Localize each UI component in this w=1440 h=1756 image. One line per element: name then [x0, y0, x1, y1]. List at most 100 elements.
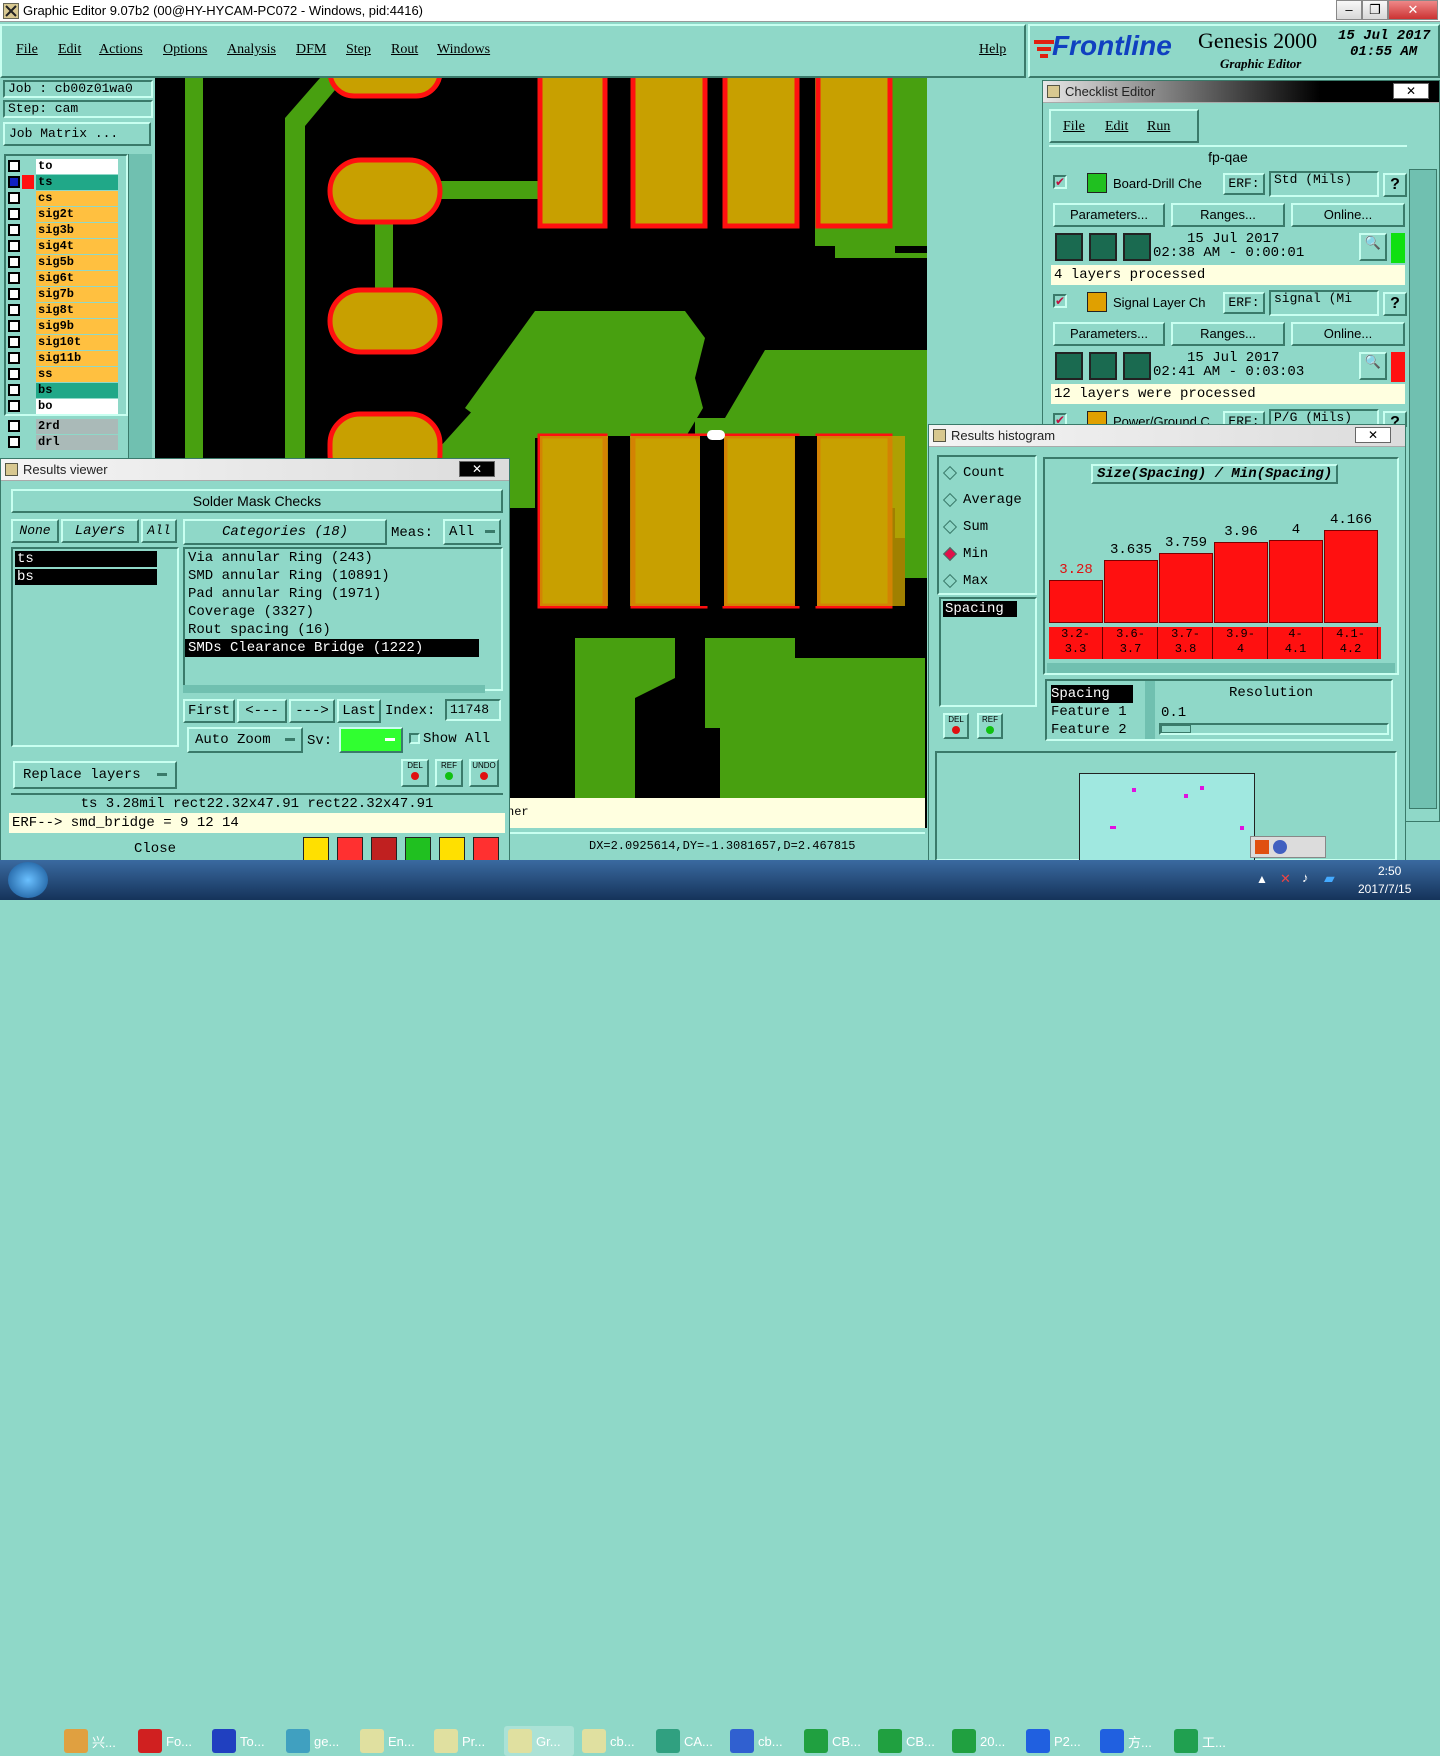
categories-button[interactable]: Categories (18) [183, 519, 387, 545]
run-icon[interactable] [1089, 233, 1117, 261]
zoom-icon[interactable]: 🔍 [1359, 233, 1387, 261]
category-list[interactable]: Via annular Ring (243) SMD annular Ring (… [183, 547, 503, 691]
layer-checkbox[interactable] [8, 208, 20, 220]
start-button[interactable] [8, 862, 48, 898]
taskbar-item[interactable]: Pr... [430, 1726, 500, 1756]
histogram-bar[interactable] [1269, 539, 1323, 623]
ime-help-icon[interactable] [1273, 840, 1287, 854]
last-button[interactable]: Last [337, 699, 381, 723]
histogram-bar[interactable] [1104, 559, 1158, 623]
list-item[interactable]: ts [15, 551, 157, 567]
category-item[interactable]: Pad annular Ring (1971) [185, 585, 479, 603]
layer-checkbox[interactable] [8, 176, 20, 188]
layer-row-to[interactable]: to [6, 158, 124, 174]
item-checkbox[interactable]: ✔ [1053, 294, 1067, 308]
report-icon[interactable] [439, 837, 465, 861]
taskbar-item[interactable]: To... [208, 1726, 278, 1756]
job-matrix-button[interactable]: Job Matrix ... [3, 122, 151, 146]
auto-zoom-select[interactable]: Auto Zoom [187, 727, 303, 753]
minimize-button[interactable]: – [1336, 0, 1362, 20]
erf-button[interactable]: ERF: [1223, 173, 1265, 195]
none-button[interactable]: None [11, 519, 59, 543]
taskbar-item[interactable]: 20... [948, 1726, 1018, 1756]
layer-checkbox[interactable] [8, 192, 20, 204]
layer-row-cs[interactable]: cs [6, 190, 124, 206]
layer-row-ss[interactable]: ss [6, 366, 124, 382]
run-icon[interactable] [1123, 233, 1151, 261]
category-item[interactable]: Rout spacing (16) [185, 621, 479, 639]
feature-item[interactable]: Feature 2 [1051, 721, 1133, 739]
zoom-icon[interactable]: 🔍 [1359, 352, 1387, 380]
checklist-close-icon[interactable]: ✕ [1393, 83, 1429, 99]
replace-layers-select[interactable]: Replace layers [13, 761, 177, 789]
histogram-attribute-list[interactable]: Spacing [939, 597, 1037, 707]
erf-button[interactable]: ERF: [1223, 292, 1265, 314]
ime-s-icon[interactable] [1255, 840, 1269, 854]
category-item[interactable]: SMDs Clearance Bridge (1222) [185, 639, 479, 657]
online-button[interactable]: Online... [1291, 203, 1405, 227]
taskbar-item[interactable]: cb... [578, 1726, 648, 1756]
ime-bar[interactable] [1250, 836, 1326, 858]
maximize-button[interactable]: ❐ [1362, 0, 1388, 20]
histogram-icon[interactable] [473, 837, 499, 861]
checklist-scrollbar[interactable] [1409, 169, 1437, 809]
all-button[interactable]: All [141, 519, 177, 543]
tray-network-icon[interactable]: ✕ [1280, 871, 1291, 887]
layer-row-sig5b[interactable]: sig5b [6, 254, 124, 270]
menu-edit[interactable]: Edit [58, 42, 81, 58]
result-layer-list[interactable]: ts bs [11, 547, 179, 747]
mode-radio-max[interactable]: Max [942, 571, 988, 591]
layer-checkbox[interactable] [8, 352, 20, 364]
prev-button[interactable]: <--- [237, 699, 287, 723]
menu-rout[interactable]: Rout [391, 42, 418, 58]
close-button[interactable]: Close [9, 837, 301, 861]
index-input[interactable]: 11748 [445, 699, 501, 721]
tray-arrow-icon[interactable]: ▲ [1256, 872, 1268, 886]
mode-radio-count[interactable]: Count [942, 463, 1005, 483]
list-item[interactable]: bs [15, 569, 157, 585]
menu-step[interactable]: Step [346, 42, 371, 58]
layer-row-bs[interactable]: bs [6, 382, 124, 398]
help-icon[interactable]: ? [1383, 292, 1407, 316]
mode-radio-sum[interactable]: Sum [942, 517, 988, 537]
taskbar-item[interactable]: CA... [652, 1726, 722, 1756]
menu-actions[interactable]: Actions [99, 42, 143, 58]
layer-row-2rd[interactable]: 2rd [6, 418, 124, 434]
layer-checkbox[interactable] [8, 384, 20, 396]
hist-delete-button[interactable]: DEL [943, 713, 969, 739]
layer-row-ts[interactable]: ts [6, 174, 124, 190]
mode-radio-average[interactable]: Average [942, 490, 1022, 510]
parameters-button[interactable]: Parameters... [1053, 203, 1165, 227]
histogram-bar[interactable] [1159, 553, 1213, 623]
taskbar-item[interactable]: Gr... [504, 1726, 574, 1756]
slider-handle[interactable] [1161, 725, 1191, 733]
layer-row-sig2t[interactable]: sig2t [6, 206, 124, 222]
taskbar-item[interactable]: ge... [282, 1726, 352, 1756]
resolution-slider[interactable] [1159, 723, 1389, 735]
ranges-button[interactable]: Ranges... [1171, 203, 1285, 227]
feature-scrollbar[interactable] [1145, 681, 1155, 739]
layer-checkbox[interactable] [8, 288, 20, 300]
layer-row-sig3b[interactable]: sig3b [6, 222, 124, 238]
feature-item[interactable]: Spacing [1051, 685, 1133, 703]
close-window-button[interactable]: ✕ [1388, 0, 1438, 20]
list-item[interactable]: Spacing [943, 601, 1017, 617]
next-button[interactable]: ---> [289, 699, 335, 723]
menu-dfm[interactable]: DFM [296, 42, 326, 58]
feature-list[interactable]: Spacing Feature 1 Feature 2 [1051, 685, 1133, 739]
layer-row-sig11b[interactable]: sig11b [6, 350, 124, 366]
layer-scrollbar[interactable] [128, 154, 152, 460]
sv-color-select[interactable] [339, 727, 403, 753]
layer-checkbox[interactable] [8, 160, 20, 172]
layer-checkbox[interactable] [8, 336, 20, 348]
taskbar-item[interactable]: 兴... [60, 1726, 130, 1756]
reference-button[interactable]: REF [435, 759, 463, 787]
run-icon[interactable] [1055, 233, 1083, 261]
layer-checkbox[interactable] [8, 400, 20, 412]
tray-volume-icon[interactable]: ♪ [1302, 870, 1309, 885]
undo-button[interactable]: UNDO [469, 759, 499, 787]
show-all-checkbox[interactable] [409, 733, 420, 744]
layer-row-sig9b[interactable]: sig9b [6, 318, 124, 334]
menu-file[interactable]: File [16, 42, 38, 58]
layer-row-sig10t[interactable]: sig10t [6, 334, 124, 350]
